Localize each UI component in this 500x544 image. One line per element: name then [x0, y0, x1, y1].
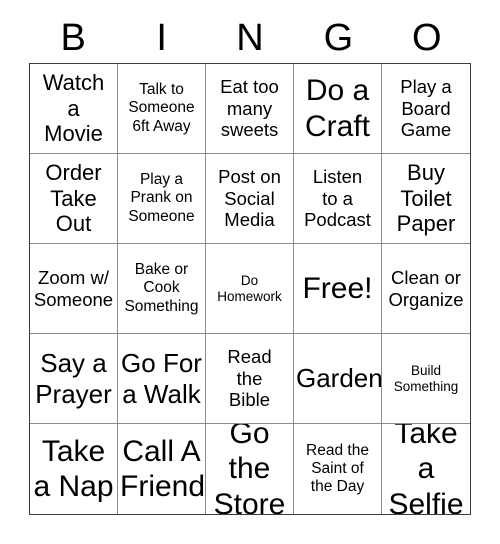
- bingo-header-letter-g: G: [323, 17, 354, 59]
- bingo-header: B I N G O: [29, 13, 471, 63]
- bingo-cell[interactable]: Say a Prayer: [30, 334, 118, 424]
- bingo-cell[interactable]: Play a Board Game: [382, 64, 470, 154]
- bingo-cell-label: Take a Selfie: [388, 424, 464, 514]
- bingo-cell-label: Build Something: [393, 362, 459, 394]
- bingo-cell[interactable]: Build Something: [382, 334, 470, 424]
- bingo-cell[interactable]: Read the Bible: [206, 334, 294, 424]
- bingo-header-letter-i: I: [156, 17, 167, 59]
- bingo-cell[interactable]: Talk to Someone 6ft Away: [118, 64, 206, 154]
- bingo-cell-label: Play a Prank on Someone: [128, 171, 195, 225]
- bingo-cell-label: Read the Saint of the Day: [306, 441, 369, 496]
- bingo-cell-label: Bake or Cook Something: [124, 261, 199, 315]
- bingo-card: B I N G O Watch a Movie Talk to Someone 6…: [0, 0, 500, 544]
- bingo-cell[interactable]: Watch a Movie: [30, 64, 118, 154]
- bingo-cell-label: Say a Prayer: [35, 348, 112, 409]
- bingo-cell-label: Eat too many sweets: [220, 76, 279, 141]
- bingo-cell[interactable]: Call A Friend: [118, 424, 206, 514]
- bingo-cell-label: Read the Bible: [227, 346, 272, 411]
- bingo-cell-label: Buy Toilet Paper: [396, 159, 456, 237]
- bingo-free-space-label: Do Homework: [217, 272, 282, 304]
- bingo-cell-label: Zoom w/ Someone: [33, 266, 114, 310]
- bingo-cell[interactable]: Take a Selfie: [382, 424, 470, 514]
- bingo-cell-label: Post on Social Media: [218, 166, 281, 231]
- bingo-cell[interactable]: Clean or Organize: [382, 244, 470, 334]
- bingo-cell[interactable]: Go the Store: [206, 424, 294, 514]
- bingo-cell-label: Go the Store: [213, 424, 286, 514]
- bingo-cell[interactable]: Eat too many sweets: [206, 64, 294, 154]
- bingo-free-space-cell[interactable]: Do Homework: [206, 244, 294, 334]
- bingo-cell[interactable]: Read the Saint of the Day: [294, 424, 382, 514]
- bingo-cell[interactable]: Bake or Cook Something: [118, 244, 206, 334]
- bingo-cell[interactable]: Buy Toilet Paper: [382, 154, 470, 244]
- bingo-header-letter-b: B: [60, 17, 86, 59]
- bingo-cell-label: Go For a Walk: [121, 348, 202, 409]
- bingo-cell-label: Take a Nap: [33, 434, 114, 503]
- bingo-cell-label: Do a Craft: [304, 74, 370, 143]
- bingo-cell[interactable]: Take a Nap: [30, 424, 118, 514]
- bingo-cell-label: Watch a Movie: [42, 69, 105, 147]
- bingo-cell[interactable]: Zoom w/ Someone: [30, 244, 118, 334]
- bingo-cell[interactable]: Play a Prank on Someone: [118, 154, 206, 244]
- bingo-cell[interactable]: Post on Social Media: [206, 154, 294, 244]
- bingo-cell[interactable]: Go For a Walk: [118, 334, 206, 424]
- bingo-cell[interactable]: Order Take Out: [30, 154, 118, 244]
- bingo-cell[interactable]: Do a Craft: [294, 64, 382, 154]
- bingo-cell-label: Garden: [296, 363, 382, 394]
- bingo-cell-label: Free!: [302, 271, 373, 305]
- bingo-cell-label: Talk to Someone 6ft Away: [128, 81, 195, 135]
- bingo-cell-label: Call A Friend: [120, 434, 206, 503]
- bingo-header-letter-n: N: [236, 17, 264, 59]
- bingo-cell[interactable]: Listen to a Podcast: [294, 154, 382, 244]
- bingo-cell-label: Order Take Out: [45, 159, 102, 237]
- bingo-header-letter-o: O: [412, 17, 442, 59]
- bingo-cell-label: Clean or Organize: [388, 266, 464, 310]
- bingo-cell-label: Listen to a Podcast: [304, 166, 371, 231]
- bingo-grid: Watch a Movie Talk to Someone 6ft Away Eat…: [29, 63, 471, 515]
- bingo-cell[interactable]: Garden: [294, 334, 382, 424]
- bingo-cell[interactable]: Free!: [294, 244, 382, 334]
- bingo-cell-label: Play a Board Game: [400, 76, 452, 141]
